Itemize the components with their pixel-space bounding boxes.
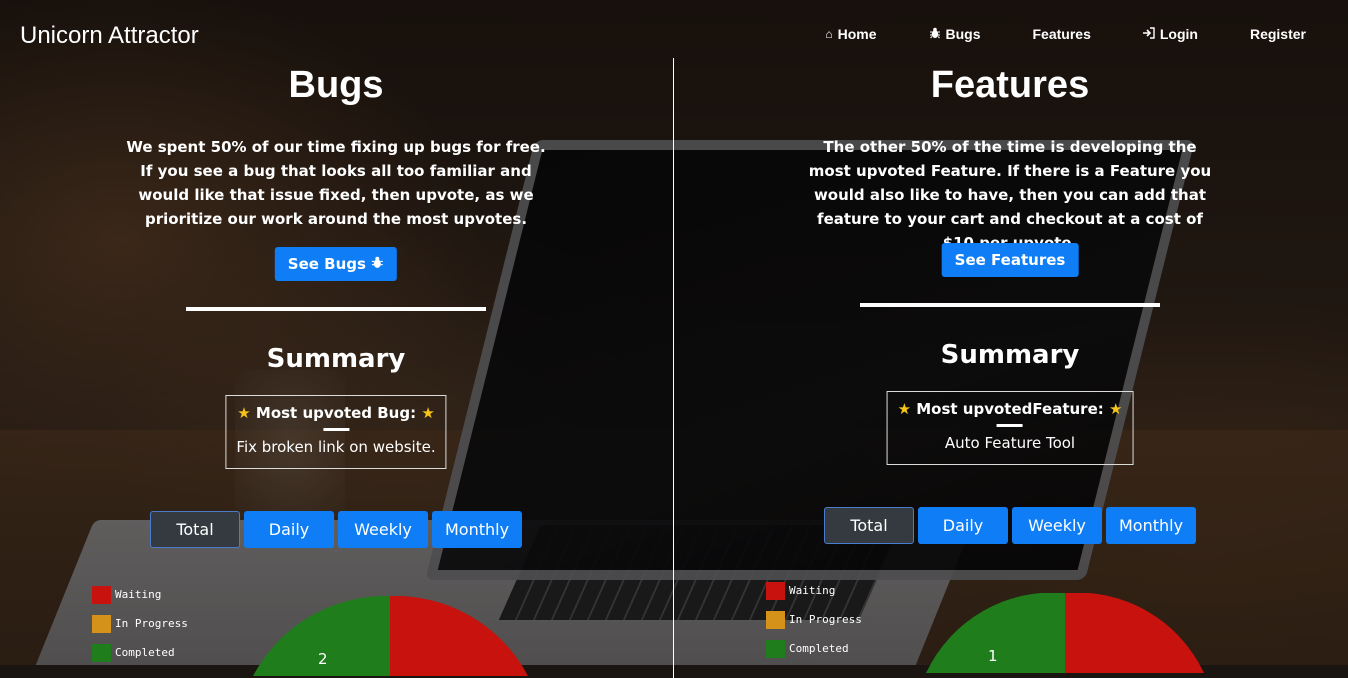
tab-monthly[interactable]: Monthly bbox=[1106, 507, 1196, 544]
most-upvoted-feature-title: ★ Most upvotedFeature: ★ bbox=[898, 400, 1123, 418]
features-period-tabs: Total Daily Weekly Monthly bbox=[822, 507, 1198, 544]
pie-label-completed: 2 bbox=[318, 650, 328, 668]
legend-label: Completed bbox=[115, 646, 175, 659]
see-features-label: See Features bbox=[954, 251, 1066, 269]
section-divider bbox=[186, 307, 486, 311]
legend-item[interactable]: Waiting bbox=[766, 576, 862, 605]
navbar: Unicorn Attractor ⌂ Home Bugs Features L… bbox=[0, 0, 1348, 70]
legend-item[interactable]: In Progress bbox=[766, 605, 862, 634]
bugs-summary-heading: Summary bbox=[266, 344, 406, 374]
star-icon: ★ bbox=[237, 404, 251, 422]
legend-item[interactable]: Waiting bbox=[92, 580, 188, 609]
bugs-period-tabs: Total Daily Weekly Monthly bbox=[148, 511, 524, 548]
features-chart-legend: Waiting In Progress Completed bbox=[766, 576, 862, 663]
bugs-pie-chart: 2 bbox=[253, 596, 528, 676]
bug-icon bbox=[929, 27, 941, 42]
nav-features[interactable]: Features bbox=[1033, 26, 1091, 42]
nav-register-label: Register bbox=[1249, 26, 1306, 42]
pie-slice-waiting[interactable] bbox=[390, 596, 528, 676]
see-bugs-label: See Bugs bbox=[287, 255, 366, 273]
most-upvoted-feature-box: ★ Most upvotedFeature: ★ Auto Feature To… bbox=[886, 391, 1134, 465]
nav-bugs[interactable]: Bugs bbox=[929, 26, 981, 42]
bugs-chart-legend: Waiting In Progress Completed bbox=[92, 580, 188, 667]
most-upvoted-bug-title: ★ Most upvoted Bug: ★ bbox=[236, 404, 435, 422]
nav-bugs-label: Bugs bbox=[945, 26, 981, 42]
tab-daily[interactable]: Daily bbox=[244, 511, 334, 548]
legend-item[interactable]: In Progress bbox=[92, 609, 188, 638]
section-divider bbox=[860, 303, 1160, 307]
legend-swatch-waiting bbox=[766, 581, 785, 600]
pie-slice-waiting[interactable] bbox=[1065, 593, 1204, 673]
see-features-button[interactable]: See Features bbox=[941, 243, 1079, 277]
see-bugs-button[interactable]: See Bugs bbox=[274, 247, 398, 281]
legend-item[interactable]: Completed bbox=[766, 634, 862, 663]
most-upvoted-feature-value: Auto Feature Tool bbox=[944, 434, 1076, 452]
legend-swatch-completed bbox=[92, 643, 111, 662]
most-upvoted-feature-label: Most upvotedFeature: bbox=[916, 400, 1104, 418]
tab-total[interactable]: Total bbox=[150, 511, 240, 548]
nav-home[interactable]: ⌂ Home bbox=[825, 26, 876, 42]
tab-daily[interactable]: Daily bbox=[918, 507, 1008, 544]
features-summary-heading: Summary bbox=[940, 340, 1080, 370]
tab-total[interactable]: Total bbox=[824, 507, 914, 544]
nav-features-label: Features bbox=[1032, 26, 1091, 42]
legend-label: Completed bbox=[789, 642, 849, 655]
tab-weekly[interactable]: Weekly bbox=[338, 511, 428, 548]
most-upvoted-bug-value: Fix broken link on website. bbox=[236, 438, 436, 456]
bugs-heading: Bugs bbox=[288, 64, 384, 106]
features-pie-chart: 1 bbox=[926, 593, 1204, 673]
bugs-description: We spent 50% of our time fixing up bugs … bbox=[126, 138, 546, 228]
legend-swatch-in-progress bbox=[766, 610, 785, 629]
star-icon: ★ bbox=[421, 404, 435, 422]
nav-login[interactable]: Login bbox=[1142, 26, 1198, 42]
legend-swatch-waiting bbox=[92, 585, 111, 604]
box-divider bbox=[322, 428, 349, 431]
legend-label: Waiting bbox=[789, 584, 836, 597]
nav-login-label: Login bbox=[1159, 26, 1198, 42]
legend-swatch-in-progress bbox=[92, 614, 111, 633]
features-description: The other 50% of the time is developing … bbox=[808, 138, 1212, 252]
legend-label: In Progress bbox=[115, 617, 188, 630]
pie-label-completed: 1 bbox=[988, 647, 998, 665]
tab-weekly[interactable]: Weekly bbox=[1012, 507, 1102, 544]
most-upvoted-bug-box: ★ Most upvoted Bug: ★ Fix broken link on… bbox=[225, 395, 447, 469]
box-divider bbox=[997, 424, 1023, 427]
login-icon bbox=[1142, 26, 1155, 42]
most-upvoted-bug-label: Most upvoted Bug: bbox=[255, 404, 417, 422]
tab-monthly[interactable]: Monthly bbox=[432, 511, 522, 548]
home-icon: ⌂ bbox=[825, 27, 833, 41]
legend-item[interactable]: Completed bbox=[92, 638, 188, 667]
nav-home-label: Home bbox=[837, 26, 877, 42]
bug-icon bbox=[371, 255, 384, 273]
nav-menu: ⌂ Home Bugs Features Login Register bbox=[773, 26, 1306, 42]
features-heading: Features bbox=[930, 64, 1090, 106]
nav-register[interactable]: Register bbox=[1250, 26, 1306, 42]
brand-logo[interactable]: Unicorn Attractor bbox=[20, 22, 199, 50]
star-icon: ★ bbox=[1108, 400, 1123, 418]
legend-label: Waiting bbox=[115, 588, 162, 601]
legend-label: In Progress bbox=[789, 613, 862, 626]
legend-swatch-completed bbox=[766, 639, 785, 658]
star-icon: ★ bbox=[897, 400, 912, 418]
